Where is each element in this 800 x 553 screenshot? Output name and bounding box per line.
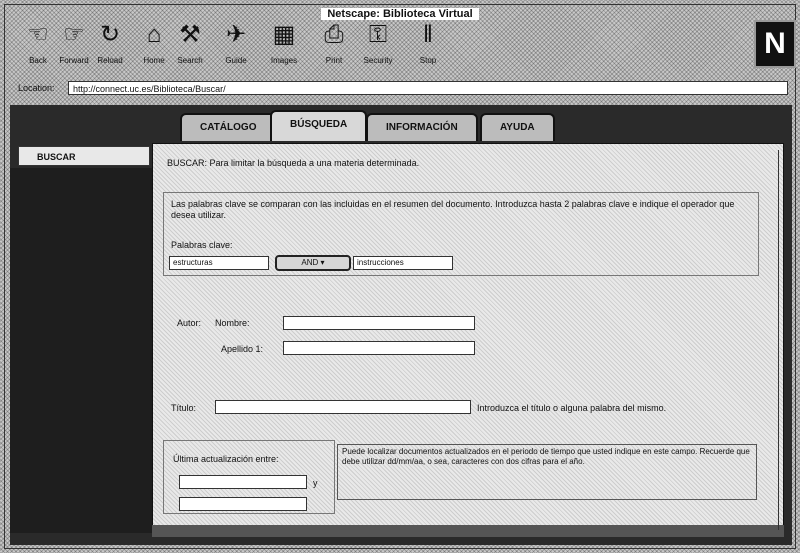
netscape-logo-icon[interactable]: N [754,20,796,68]
date-label: Última actualización entre: [173,454,279,464]
keyword-1-input[interactable]: estructuras [169,256,269,270]
keywords-label: Palabras clave: [171,240,233,250]
toolbar-button-print[interactable]: ⎙ Print [316,20,352,72]
sidebar-item-buscar[interactable]: BUSCAR [18,146,150,166]
search-form-panel: BUSCAR: Para limitar la búsqueda a una m… [152,143,784,533]
tab-informacion[interactable]: INFORMACIÓN [366,113,478,141]
toolbar-button-label: Images [270,56,298,65]
guide-icon: ✈ [225,21,247,48]
keywords-description: Las palabras clave se comparan con las i… [171,199,735,220]
security-lock-icon: ⚿ [368,21,388,48]
toolbar-button-reload[interactable]: ↻ Reload [92,20,128,72]
keyword-2-input[interactable]: instrucciones [353,256,453,270]
author-label: Autor: [177,318,202,328]
horizontal-scrollbar[interactable] [152,525,784,537]
intro-text: BUSCAR: Para limitar la búsqueda a una m… [167,158,420,168]
sidebar [10,168,152,533]
tab-ayuda[interactable]: AYUDA [480,113,555,141]
tab-busqueda[interactable]: BÚSQUEDA [270,110,368,141]
toolbar-button-label: Stop [419,56,437,65]
author-name-label: Nombre: [215,318,250,328]
operator-value: AND [301,258,319,267]
url-input[interactable]: http://connect.uc.es/Biblioteca/Buscar/ [68,81,788,95]
toolbar-button-label: Reload [97,56,123,65]
toolbar-button-label: Guide [225,56,247,65]
title-input[interactable] [215,400,471,414]
toolbar-button-forward[interactable]: ☞ Forward [56,20,92,72]
author-surname-input[interactable] [283,341,475,355]
author-surname-label: Apellido 1: [221,344,264,354]
date-from-input[interactable] [179,475,307,489]
date-separator: y [313,478,318,488]
toolbar-button-back[interactable]: ☜ Back [20,20,56,72]
reload-icon: ↻ [99,21,121,48]
window-title: Netscape: Biblioteca Virtual [321,8,479,20]
title-label: Título: [171,403,197,413]
search-icon: ⚒ [179,21,201,48]
toolbar-button-home[interactable]: ⌂ Home [136,20,172,72]
toolbar-button-search[interactable]: ⚒ Search [172,20,208,72]
stop-icon: ‖ [423,21,433,48]
date-hint: Puede localizar documentos actualizados … [337,444,757,500]
date-to-input[interactable] [179,497,307,511]
location-label: Location: [18,83,55,93]
title-hint: Introduzca el título o alguna palabra de… [477,403,667,413]
toolbar-button-guide[interactable]: ✈ Guide [218,20,254,72]
toolbar-button-label: Back [29,56,47,65]
toolbar-button-label: Home [143,56,165,65]
toolbar-button-label: Print [325,56,343,65]
tab-catalogo[interactable]: CATÁLOGO [180,113,277,141]
print-icon: ⎙ [324,21,344,48]
back-arrow-icon: ☜ [27,21,49,48]
toolbar-button-label: Security [363,56,393,65]
toolbar-button-label: Search [177,56,203,65]
toolbar-button-security[interactable]: ⚿ Security [360,20,396,72]
vertical-scrollbar[interactable] [778,150,790,530]
toolbar-button-label: Forward [59,56,89,65]
toolbar-button-images[interactable]: ▦ Images [266,20,302,72]
home-icon: ⌂ [146,21,162,48]
author-name-input[interactable] [283,316,475,330]
operator-select[interactable]: AND ▾ [275,255,351,271]
forward-arrow-icon: ☞ [63,21,85,48]
images-icon: ▦ [272,21,296,48]
toolbar-button-stop[interactable]: ‖ Stop [410,20,446,72]
